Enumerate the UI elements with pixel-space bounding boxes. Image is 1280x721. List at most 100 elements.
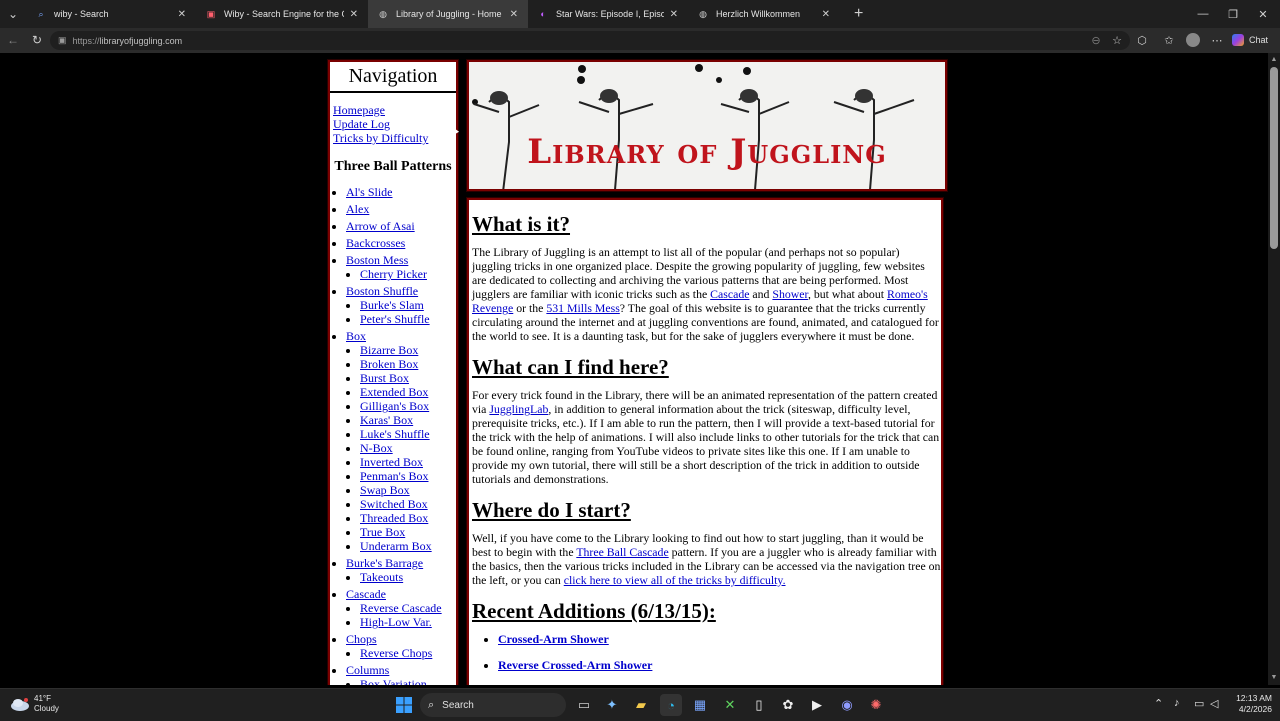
trick-variation-link[interactable]: Burke's Slam bbox=[360, 298, 424, 312]
microphone-icon[interactable]: ♪ bbox=[1174, 697, 1180, 709]
more-menu-icon[interactable]: ⋯ bbox=[1208, 32, 1226, 48]
trick-variation-link[interactable]: Bizarre Box bbox=[360, 343, 418, 357]
edge-browser-icon[interactable]: ◔ bbox=[660, 694, 682, 716]
favorite-star-icon[interactable]: ☆ bbox=[1108, 32, 1126, 48]
trick-variation-link[interactable]: True Box bbox=[360, 525, 405, 539]
link-reverse-crossed-arm-shower[interactable]: Reverse Crossed-Arm Shower bbox=[498, 658, 652, 672]
minimize-icon[interactable]: — bbox=[1188, 0, 1218, 28]
close-tab-icon[interactable]: ✕ bbox=[178, 9, 186, 20]
close-window-icon[interactable]: ✕ bbox=[1248, 0, 1278, 28]
trick-link[interactable]: Backcrosses bbox=[346, 236, 405, 250]
trick-variation-link[interactable]: Luke's Shuffle bbox=[360, 427, 430, 441]
store-icon[interactable]: ▦ bbox=[689, 694, 711, 716]
file-explorer-icon[interactable]: ▰ bbox=[630, 694, 652, 716]
trick-variation-link[interactable]: Inverted Box bbox=[360, 455, 423, 469]
site-info-icon[interactable]: ▣ bbox=[58, 35, 67, 46]
media-app-icon[interactable]: ▶ bbox=[806, 694, 828, 716]
clock-date: 4/2/2026 bbox=[1238, 704, 1272, 714]
taskbar-search[interactable]: ⌕ Search bbox=[420, 693, 566, 717]
link-shower[interactable]: Shower bbox=[772, 287, 808, 301]
trick-variation-link[interactable]: Karas' Box bbox=[360, 413, 413, 427]
link-cascade[interactable]: Cascade bbox=[710, 287, 749, 301]
trick-variation-link[interactable]: Extended Box bbox=[360, 385, 428, 399]
trick-variation-link[interactable]: Burst Box bbox=[360, 371, 409, 385]
back-icon[interactable]: ← bbox=[4, 32, 22, 48]
trick-tree: Al's Slide Alex Arrow of Asai Backcrosses Bo… bbox=[330, 185, 456, 685]
browser-tab[interactable]: ▣ Wiby - Search Engine for the Classic We… bbox=[196, 0, 368, 28]
trick-link[interactable]: Box bbox=[346, 329, 366, 343]
favorites-icon[interactable]: ✩ bbox=[1160, 32, 1178, 48]
browser-tab[interactable]: ◍ Library of Juggling - Home ✕ bbox=[368, 0, 528, 28]
close-tab-icon[interactable]: ✕ bbox=[822, 9, 830, 20]
trick-link[interactable]: Boston Shuffle bbox=[346, 284, 418, 298]
scroll-down-icon[interactable]: ▼ bbox=[1268, 673, 1280, 683]
scroll-up-icon[interactable]: ▲ bbox=[1268, 55, 1280, 65]
list-item: Crossed-Arm Shower bbox=[498, 632, 941, 647]
trick-variation-link[interactable]: Reverse Chops bbox=[360, 646, 432, 660]
link-531-mills-mess[interactable]: 531 Mills Mess bbox=[546, 301, 619, 315]
start-windows-icon[interactable] bbox=[393, 694, 415, 716]
trick-variation-link[interactable]: Peter's Shuffle bbox=[360, 312, 430, 326]
trick-variation-link[interactable]: Penman's Box bbox=[360, 469, 429, 483]
trick-link[interactable]: Columns bbox=[346, 663, 389, 677]
xbox-icon[interactable]: ✕ bbox=[719, 694, 741, 716]
extensions-icon[interactable]: ⬡ bbox=[1133, 32, 1151, 48]
close-tab-icon[interactable]: ✕ bbox=[510, 9, 518, 20]
trick-variation-link[interactable]: Takeouts bbox=[360, 570, 403, 584]
notepad-icon[interactable]: ▯ bbox=[748, 694, 770, 716]
nav-link-tricks-by-difficulty[interactable]: Tricks by Difficulty bbox=[333, 131, 428, 145]
trick-link[interactable]: Chops bbox=[346, 632, 377, 646]
trick-link[interactable]: Al's Slide bbox=[346, 185, 393, 199]
trick-link[interactable]: Burke's Barrage bbox=[346, 556, 423, 570]
trick-variation-link[interactable]: Switched Box bbox=[360, 497, 428, 511]
trick-variation-link[interactable]: Swap Box bbox=[360, 483, 410, 497]
new-tab-button[interactable]: + bbox=[854, 5, 863, 23]
trick-variation-link[interactable]: High-Low Var. bbox=[360, 615, 432, 629]
system-clock[interactable]: 12:13 AM 4/2/2026 bbox=[1222, 693, 1272, 715]
link-jugglinglab[interactable]: JugglingLab bbox=[489, 402, 548, 416]
url-field[interactable]: ▣ https://libraryofjuggling.com bbox=[50, 31, 1130, 50]
tab-list-chevron-icon[interactable]: ⌄ bbox=[0, 1, 26, 27]
close-tab-icon[interactable]: ✕ bbox=[350, 9, 358, 20]
browser-tab[interactable]: ◐ Star Wars: Episode I, Episode II, Episo… bbox=[528, 0, 688, 28]
link-three-ball-cascade[interactable]: Three Ball Cascade bbox=[576, 545, 668, 559]
link-tricks-by-difficulty[interactable]: click here to view all of the tricks by … bbox=[564, 573, 786, 587]
tab-title: Library of Juggling - Home bbox=[396, 9, 502, 19]
page-scrollbar[interactable]: ▲ ▼ bbox=[1268, 53, 1280, 685]
trick-link[interactable]: Arrow of Asai bbox=[346, 219, 415, 233]
reader-icon[interactable]: ⊖ bbox=[1087, 32, 1105, 48]
display-icon[interactable]: ▭ bbox=[1194, 697, 1204, 710]
reload-icon[interactable]: ↻ bbox=[28, 32, 46, 48]
trick-variation-link[interactable]: Threaded Box bbox=[360, 511, 428, 525]
nav-link-homepage[interactable]: Homepage bbox=[333, 103, 385, 117]
browser-tab[interactable]: ⌕ wiby - Search ✕ bbox=[26, 0, 196, 28]
trick-link[interactable]: Cascade bbox=[346, 587, 386, 601]
trick-variation-link[interactable]: Box Variation bbox=[360, 677, 427, 685]
main-content: What is it? The Library of Juggling is a… bbox=[467, 198, 943, 685]
volume-icon[interactable]: ◁ bbox=[1210, 697, 1218, 710]
trick-variation-link[interactable]: Reverse Cascade bbox=[360, 601, 442, 615]
browser-tab[interactable]: ◍ Herzlich Willkommen ✕ bbox=[688, 0, 840, 28]
task-view-icon[interactable]: ▭ bbox=[573, 694, 595, 716]
search-icon: ⌕ bbox=[38, 8, 44, 19]
discord-icon[interactable]: ◉ bbox=[836, 694, 858, 716]
trick-variation-link[interactable]: Gilligan's Box bbox=[360, 399, 429, 413]
trick-variation-link[interactable]: Underarm Box bbox=[360, 539, 432, 553]
nav-link-update-log[interactable]: Update Log bbox=[333, 117, 390, 131]
copilot-icon[interactable]: ✦ bbox=[601, 694, 623, 716]
trick-link[interactable]: Alex bbox=[346, 202, 369, 216]
trick-link[interactable]: Boston Mess bbox=[346, 253, 408, 267]
navigation-panel: Navigation Homepage Update Log Tricks by… bbox=[328, 60, 458, 685]
trick-variation-link[interactable]: N-Box bbox=[360, 441, 393, 455]
chatgpt-icon[interactable]: ✿ bbox=[777, 694, 799, 716]
close-tab-icon[interactable]: ✕ bbox=[670, 9, 678, 20]
chat-button[interactable]: Chat bbox=[1232, 32, 1272, 48]
scrollbar-thumb[interactable] bbox=[1270, 67, 1278, 249]
trick-variation-link[interactable]: Broken Box bbox=[360, 357, 418, 371]
tray-chevron-icon[interactable]: ⌃ bbox=[1154, 697, 1163, 710]
link-crossed-arm-shower[interactable]: Crossed-Arm Shower bbox=[498, 632, 609, 646]
trick-variation-link[interactable]: Cherry Picker bbox=[360, 267, 427, 281]
app-icon[interactable]: ✺ bbox=[865, 694, 887, 716]
profile-avatar[interactable] bbox=[1184, 32, 1202, 48]
restore-icon[interactable]: ❐ bbox=[1218, 0, 1248, 28]
